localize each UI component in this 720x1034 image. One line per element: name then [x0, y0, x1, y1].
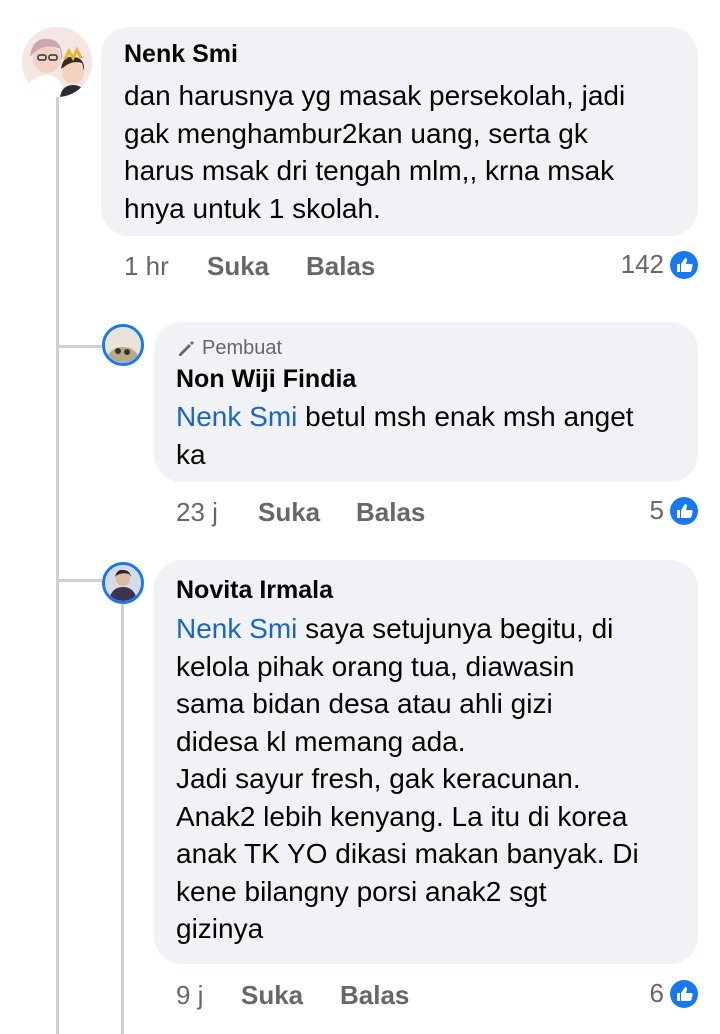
comment-author[interactable]: Novita Irmala	[176, 576, 333, 605]
comment-time[interactable]: 1 hr	[124, 251, 169, 282]
comment-author[interactable]: Non Wiji Findia	[176, 365, 356, 394]
reply-button[interactable]: Balas	[340, 980, 409, 1011]
like-button[interactable]: Suka	[258, 497, 320, 528]
reaction-summary[interactable]: 142	[621, 249, 698, 280]
mention-link[interactable]: Nenk Smi	[176, 613, 297, 644]
reply-button-label: Balas	[340, 980, 410, 1010]
pencil-icon	[179, 340, 194, 356]
avatar-photo	[105, 327, 141, 363]
like-button-label: Suka	[258, 497, 321, 527]
comment-author[interactable]: Nenk Smi	[124, 40, 238, 69]
avatar[interactable]	[22, 27, 92, 97]
mention-link[interactable]: Nenk Smi	[176, 401, 297, 432]
reaction-summary[interactable]: 6	[650, 978, 698, 1009]
like-icon	[670, 496, 698, 525]
comment-body: dan harusnya yg masak persekolah, jadi g…	[124, 80, 626, 224]
reply-button-label: Balas	[356, 497, 426, 527]
comment-text: dan harusnya yg masak persekolah, jadi g…	[124, 77, 689, 227]
thread-connector-reply-2	[58, 579, 102, 582]
avatar-photo	[105, 565, 141, 601]
comment-text: Nenk Smi betul msh enak msh anget ka	[176, 398, 691, 473]
thread-line-reply-2	[121, 600, 124, 1034]
reaction-summary[interactable]: 5	[650, 495, 698, 526]
like-button[interactable]: Suka	[207, 251, 269, 282]
reply-button[interactable]: Balas	[306, 251, 375, 282]
comment-text: Nenk Smi saya setujunya begitu, di kelol…	[176, 610, 691, 948]
reply-button[interactable]: Balas	[356, 497, 425, 528]
like-button-label: Suka	[207, 251, 270, 281]
avatar[interactable]	[102, 562, 144, 604]
reaction-count: 6	[649, 978, 664, 1008]
like-button-label: Suka	[241, 980, 304, 1010]
reaction-count: 5	[649, 495, 664, 525]
comment-time[interactable]: 23 j	[176, 497, 218, 528]
comment-body: saya setujunya begitu, di kelola pihak o…	[176, 613, 639, 944]
author-badge: Pembuat	[176, 337, 282, 360]
thread-connector-reply-1	[58, 345, 102, 348]
avatar-photo	[22, 27, 92, 97]
thread-line-main	[56, 95, 59, 1034]
like-button[interactable]: Suka	[241, 980, 303, 1011]
like-icon	[670, 979, 698, 1008]
reaction-count: 142	[620, 249, 664, 279]
avatar[interactable]	[102, 324, 144, 366]
like-icon	[670, 250, 698, 279]
reply-button-label: Balas	[306, 251, 376, 281]
author-badge-label: Pembuat	[202, 337, 283, 359]
comment-time[interactable]: 9 j	[176, 980, 203, 1011]
